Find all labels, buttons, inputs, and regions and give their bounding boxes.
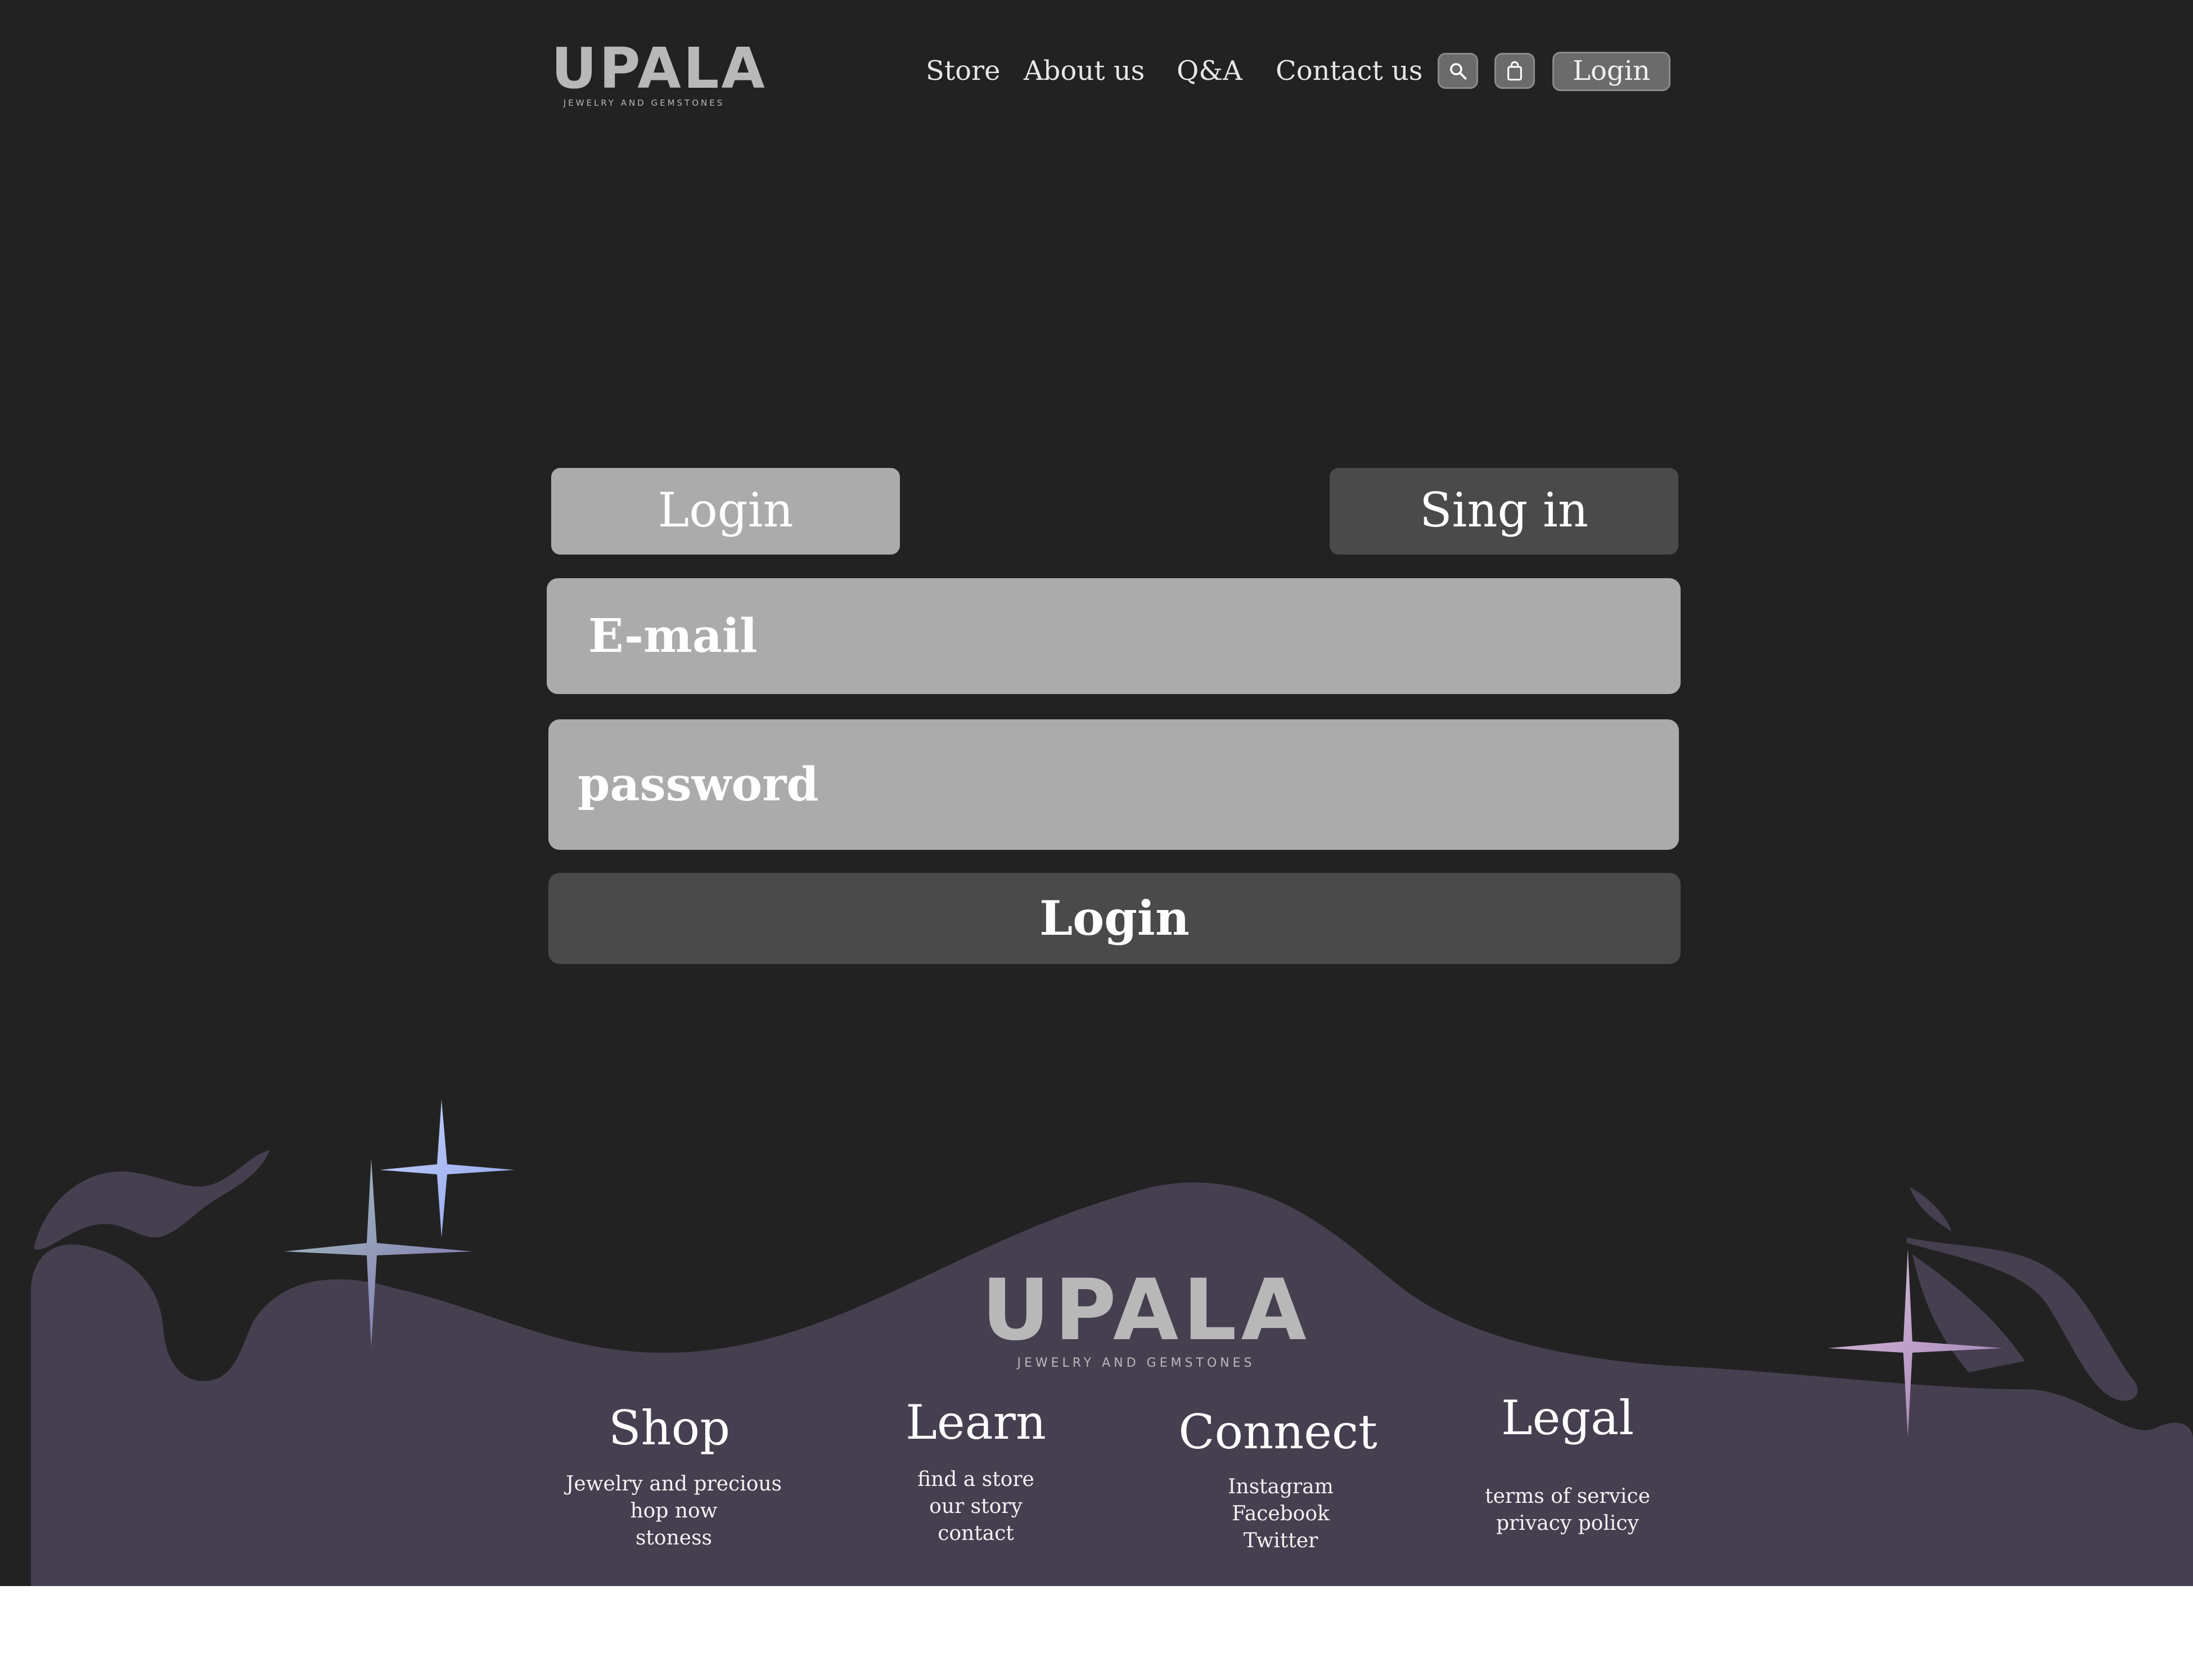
email-placeholder: E-mail — [588, 609, 758, 663]
footer-heading-learn: Learn — [906, 1395, 1046, 1450]
search-icon — [1450, 63, 1467, 80]
cart-button[interactable] — [1494, 53, 1535, 89]
email-field[interactable]: E-mail — [547, 578, 1681, 694]
footer-link[interactable]: find a store — [917, 1466, 1034, 1493]
footer-link[interactable]: Twitter — [1228, 1528, 1334, 1555]
footer-heading-shop: Shop — [609, 1400, 730, 1456]
tab-sign-in[interactable]: Sing in — [1330, 468, 1678, 555]
password-placeholder: password — [578, 758, 819, 812]
shopping-bag-icon — [1507, 61, 1522, 81]
footer-link[interactable]: contact — [917, 1520, 1034, 1547]
nav-about-us[interactable]: About us — [1024, 52, 1145, 90]
footer-link[interactable]: Facebook — [1228, 1501, 1334, 1528]
footer-link[interactable]: our story — [917, 1493, 1034, 1520]
search-button[interactable] — [1438, 53, 1478, 89]
footer-link[interactable]: stoness — [566, 1525, 782, 1552]
footer-heading-legal: Legal — [1501, 1390, 1634, 1445]
footer-links-learn: find a store our story contact — [917, 1466, 1034, 1547]
footer-logo[interactable]: UPALA JEWELRY AND GEMSTONES — [981, 1262, 1311, 1370]
footer-link[interactable]: privacy policy — [1485, 1510, 1650, 1537]
footer-link[interactable]: Jewelry and precious — [566, 1471, 782, 1498]
footer-heading-connect: Connect — [1178, 1404, 1377, 1460]
password-field[interactable]: password — [548, 719, 1679, 850]
nav-store[interactable]: Store — [926, 52, 1000, 90]
footer-link[interactable]: hop now — [566, 1498, 782, 1525]
nav-contact-us[interactable]: Contact us — [1276, 52, 1422, 90]
header-logo[interactable]: UPALA JEWELRY AND GEMSTONES — [551, 35, 767, 109]
tab-login[interactable]: Login — [551, 468, 900, 555]
logo-wordmark: UPALA — [551, 35, 767, 101]
footer-logo-tagline: JEWELRY AND GEMSTONES — [1017, 1356, 1255, 1370]
footer-link[interactable]: Instagram — [1228, 1474, 1334, 1501]
footer-links-shop: Jewelry and precious hop now stoness — [566, 1471, 782, 1552]
login-submit-button[interactable]: Login — [548, 873, 1681, 964]
footer-links-legal: terms of service privacy policy — [1485, 1483, 1650, 1537]
footer-link[interactable]: terms of service — [1485, 1483, 1650, 1510]
footer-links-connect: Instagram Facebook Twitter — [1228, 1474, 1334, 1555]
nav-qa[interactable]: Q&A — [1177, 52, 1242, 90]
sparkle-icon — [380, 1100, 515, 1237]
header-login-button[interactable]: Login — [1552, 52, 1670, 91]
footer-logo-wordmark: UPALA — [981, 1262, 1311, 1359]
logo-tagline: JEWELRY AND GEMSTONES — [563, 98, 725, 108]
